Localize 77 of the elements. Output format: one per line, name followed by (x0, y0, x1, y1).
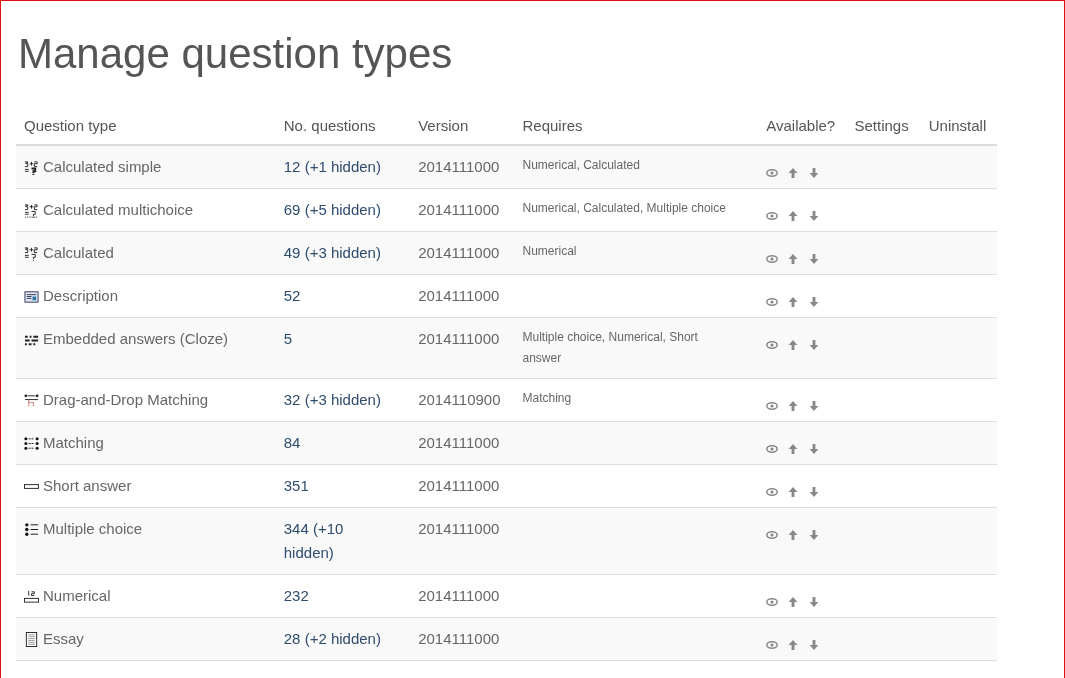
up-arrow-icon[interactable] (787, 339, 800, 351)
question-count-link[interactable]: 32 (+3 hidden) (283, 388, 381, 412)
dot-lines-icon (24, 392, 39, 408)
question-type-name: Calculated (43, 243, 114, 263)
eye-icon[interactable] (766, 486, 779, 498)
up-arrow-icon[interactable] (787, 596, 800, 608)
down-arrow-icon[interactable] (808, 253, 821, 265)
question-count-link[interactable]: 84 (283, 431, 301, 455)
requirements-text: Multiple choice, Numerical, Short answer (522, 329, 699, 367)
version-number: 2014111000 (418, 587, 500, 604)
requirements-text: Numerical, Calculated (522, 157, 641, 174)
down-arrow-icon[interactable] (808, 639, 821, 651)
version-number: 2014111000 (418, 158, 500, 175)
question-type-name: Calculated multichoice (43, 200, 194, 220)
down-arrow-icon[interactable] (808, 339, 821, 351)
question-type-name: Drag-and-Drop Matching (43, 390, 209, 410)
up-arrow-icon[interactable] (787, 296, 800, 308)
version-number: 2014111000 (418, 434, 500, 451)
question-type-name: Short answer (43, 476, 132, 496)
up-arrow-icon[interactable] (787, 400, 800, 412)
eye-icon[interactable] (766, 639, 779, 651)
version-number: 2014111000 (418, 201, 500, 218)
dot-grid-icon (24, 435, 39, 451)
down-arrow-icon[interactable] (808, 210, 821, 222)
version-number: 2014111000 (418, 244, 500, 261)
bullet-list-icon (24, 521, 39, 537)
up-arrow-icon[interactable] (787, 253, 800, 265)
eye-icon[interactable] (766, 296, 779, 308)
version-number: 2014111000 (418, 630, 500, 647)
version-number: 2014110900 (418, 391, 501, 408)
question-type-name: Description (43, 286, 119, 306)
page-title: Manage question types (18, 29, 454, 79)
text-panel-icon (24, 288, 39, 304)
version-number: 2014111000 (418, 287, 500, 304)
question-type-name: Embedded answers (Cloze) (43, 329, 229, 349)
version-number: 2014111000 (418, 330, 500, 347)
question-type-name: Matching (43, 433, 104, 453)
requirements-text: Numerical, Calculated, Multiple choice (522, 200, 727, 217)
question-count-link[interactable]: 232 (283, 584, 309, 608)
eye-icon[interactable] (766, 400, 779, 412)
number-line-icon (24, 588, 39, 604)
up-arrow-icon[interactable] (787, 210, 800, 222)
down-arrow-icon[interactable] (808, 529, 821, 541)
up-arrow-icon[interactable] (787, 639, 800, 651)
down-arrow-icon[interactable] (808, 296, 821, 308)
question-type-name: Essay (43, 629, 84, 649)
eye-icon[interactable] (766, 443, 779, 455)
eye-icon[interactable] (766, 210, 779, 222)
question-count-link[interactable]: 351 (283, 474, 309, 498)
eye-icon[interactable] (766, 596, 779, 608)
down-arrow-icon[interactable] (808, 400, 821, 412)
eye-icon[interactable] (766, 167, 779, 179)
question-count-link[interactable]: 69 (+5 hidden) (283, 198, 381, 222)
question-type-name: Calculated simple (43, 157, 162, 177)
document-icon (24, 631, 39, 647)
formula-icon (24, 245, 39, 261)
down-arrow-icon[interactable] (808, 167, 821, 179)
question-count-link[interactable]: 5 (283, 327, 293, 351)
formula-list-icon (24, 202, 39, 218)
question-count-link[interactable]: 52 (283, 284, 301, 308)
version-number: 2014111000 (418, 520, 500, 537)
requirements-text: Numerical (522, 243, 578, 260)
eye-icon[interactable] (766, 253, 779, 265)
question-type-name: Numerical (43, 586, 111, 606)
down-arrow-icon[interactable] (808, 596, 821, 608)
formula-icon (24, 159, 39, 175)
question-type-name: Multiple choice (43, 519, 143, 539)
version-number: 2014111000 (418, 477, 500, 494)
down-arrow-icon[interactable] (808, 486, 821, 498)
up-arrow-icon[interactable] (787, 486, 800, 498)
down-arrow-icon[interactable] (808, 443, 821, 455)
eye-icon[interactable] (766, 339, 779, 351)
up-arrow-icon[interactable] (787, 443, 800, 455)
up-arrow-icon[interactable] (787, 529, 800, 541)
up-arrow-icon[interactable] (787, 167, 800, 179)
eye-icon[interactable] (766, 529, 779, 541)
requirements-text: Matching (522, 390, 573, 407)
